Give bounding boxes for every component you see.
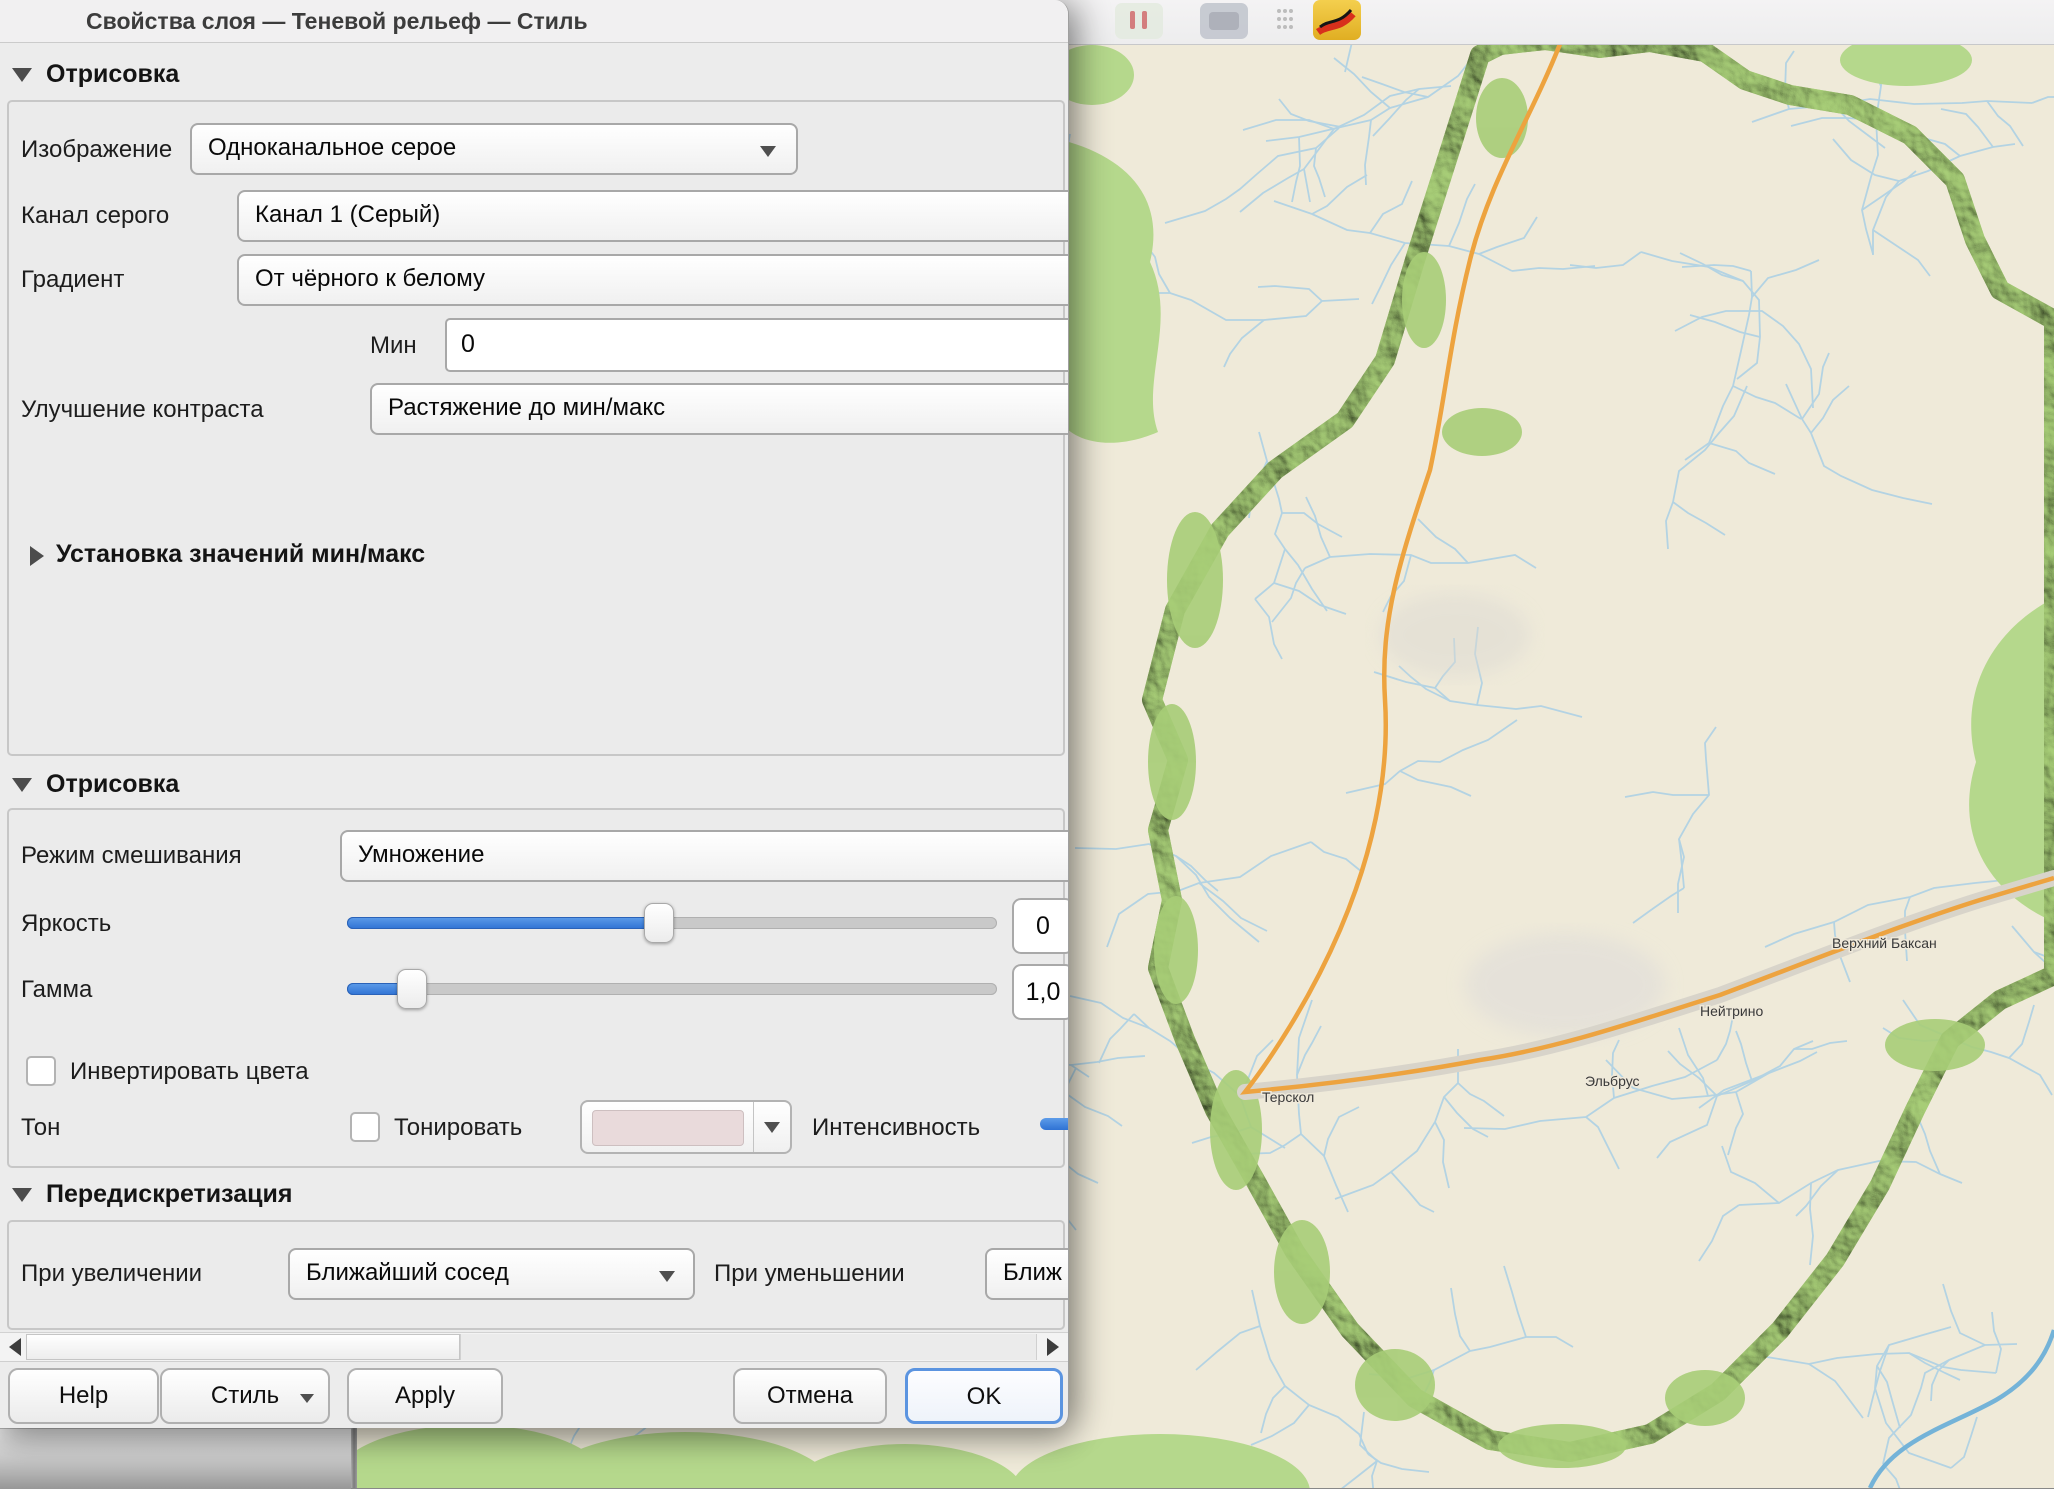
layer-properties-dialog: Свойства слоя — Теневой рельеф — Стиль О… [0, 0, 1069, 1428]
scroll-left-icon[interactable] [9, 1338, 21, 1356]
toolbar-grip[interactable] [1277, 9, 1295, 33]
brightness-slider[interactable] [347, 917, 997, 929]
contrast-enhancement-combo[interactable]: Растяжение до мин/макс [370, 383, 1068, 435]
brightness-value-box[interactable]: 0 [1012, 898, 1069, 954]
slider-handle[interactable] [644, 903, 674, 943]
cancel-button[interactable]: Отмена [733, 1368, 887, 1424]
zoom-in-resampling-combo[interactable]: Ближайший сосед [288, 1248, 695, 1300]
disabled-tool-icon[interactable] [1115, 3, 1163, 39]
section-header-resampling[interactable]: Передискретизация [46, 1180, 292, 1209]
section-header-band-rendering[interactable]: Отрисовка [46, 60, 179, 89]
min-label: Мин [370, 332, 417, 360]
chevron-down-icon [659, 1271, 675, 1282]
map-place-label: Верхний Баксан [1832, 935, 1937, 951]
gradient-label: Градиент [21, 266, 124, 294]
min-value-input[interactable]: 0 [445, 318, 1068, 372]
colorize-checkbox[interactable] [350, 1112, 380, 1142]
style-menu-button[interactable]: Стиль [160, 1368, 330, 1424]
dialog-titlebar[interactable]: Свойства слоя — Теневой рельеф — Стиль [0, 0, 1068, 43]
section-header-color-rendering[interactable]: Отрисовка [46, 770, 179, 799]
profile-curve-icon[interactable] [1313, 0, 1361, 40]
chevron-down-icon [760, 146, 776, 157]
invert-colors-checkbox[interactable] [26, 1056, 56, 1086]
ok-button[interactable]: OK [905, 1368, 1063, 1424]
render-type-label: Изображение [21, 136, 172, 164]
slider-fill [347, 917, 659, 929]
scroll-right-cell[interactable] [1036, 1334, 1069, 1360]
zoom-out-resampling-label: При уменьшении [714, 1260, 905, 1288]
panel-splitter[interactable] [351, 1428, 357, 1488]
collapse-triangle-icon[interactable] [12, 778, 32, 792]
color-swatch [592, 1110, 744, 1146]
collapsed-triangle-icon[interactable] [30, 546, 44, 566]
zoom-out-resampling-combo[interactable]: Ближ [985, 1248, 1068, 1300]
collapse-triangle-icon[interactable] [12, 1188, 32, 1202]
zoom-in-resampling-label: При увеличении [21, 1260, 202, 1288]
colorize-color-button[interactable] [580, 1100, 792, 1154]
help-button[interactable]: Help [8, 1368, 159, 1424]
render-type-combo[interactable]: Одноканальное серое [190, 123, 798, 175]
minmax-settings-toggle[interactable]: Установка значений мин/макс [56, 540, 425, 569]
collapse-triangle-icon[interactable] [12, 68, 32, 82]
map-place-label: Эльбрус [1585, 1073, 1640, 1089]
intensity-label: Интенсивность [812, 1114, 980, 1142]
gray-band-combo[interactable]: Канал 1 (Серый) [237, 190, 1068, 242]
apply-button[interactable]: Apply [347, 1368, 503, 1424]
chevron-down-icon [300, 1394, 314, 1403]
scrollbar-track[interactable] [460, 1334, 1037, 1360]
invert-colors-label: Инвертировать цвета [70, 1058, 309, 1086]
map-place-label: Нейтрино [1700, 1003, 1763, 1019]
horizontal-scrollbar[interactable] [0, 1332, 1068, 1362]
colorize-label: Тонировать [394, 1114, 522, 1142]
intensity-slider-fragment[interactable] [1040, 1118, 1068, 1130]
gray-band-label: Канал серого [21, 202, 169, 230]
slider-handle[interactable] [397, 969, 427, 1009]
scrollbar-thumb[interactable] [26, 1334, 460, 1360]
contrast-enhancement-label: Улучшение контраста [21, 396, 264, 424]
hue-label: Тон [21, 1114, 60, 1142]
chevron-down-icon [764, 1122, 780, 1133]
map-place-label: Терскол [1262, 1089, 1314, 1105]
color-dropdown-cell[interactable] [753, 1102, 790, 1152]
dialog-title: Свойства слоя — Теневой рельеф — Стиль [86, 8, 588, 35]
gamma-value-box[interactable]: 1,0 [1012, 964, 1069, 1020]
gradient-combo[interactable]: От чёрного к белому [237, 254, 1068, 306]
layers-panel-fragment [0, 1428, 351, 1489]
brightness-label: Яркость [21, 910, 111, 938]
disabled-raster-tool-icon[interactable] [1200, 3, 1248, 39]
blend-mode-combo[interactable]: Умножение [340, 830, 1068, 882]
scroll-right-icon [1047, 1338, 1059, 1356]
gamma-slider[interactable] [347, 983, 997, 995]
gamma-label: Гамма [21, 976, 92, 1004]
blend-mode-label: Режим смешивания [21, 842, 242, 870]
